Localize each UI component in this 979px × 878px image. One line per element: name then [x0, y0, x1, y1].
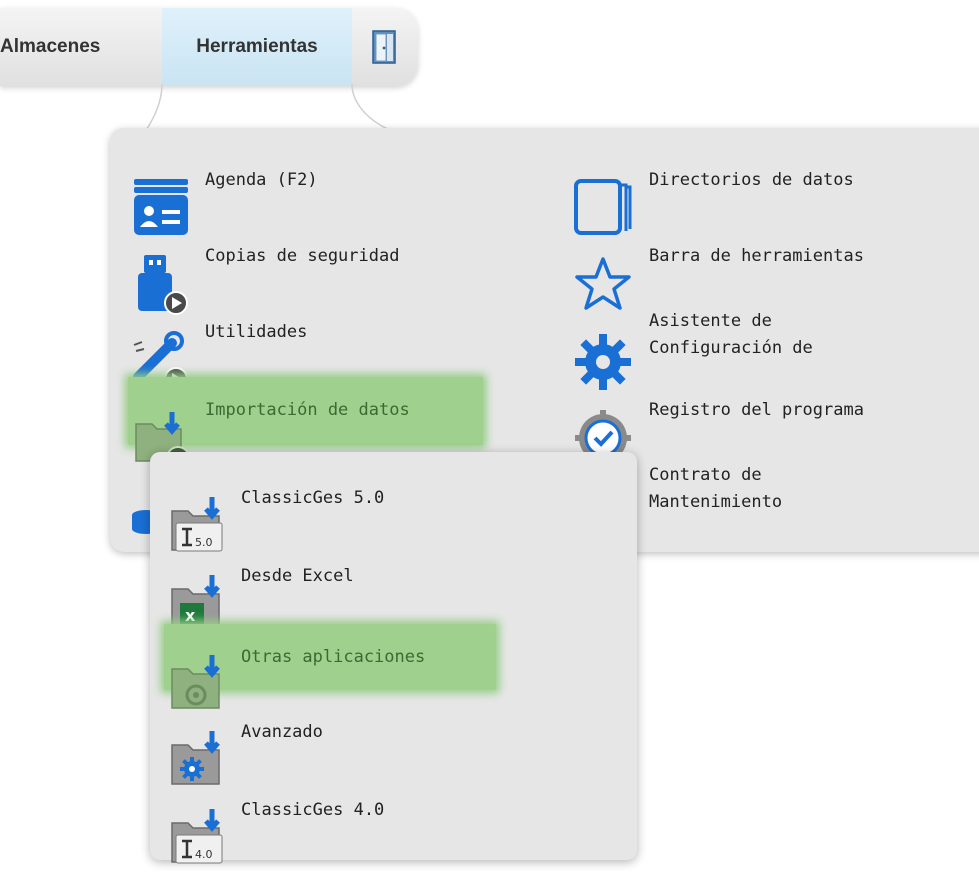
menu-item-agenda-label: Agenda (F2) [205, 170, 318, 190]
menu-item-contrato-label: Contrato de Mantenimiento [649, 465, 783, 512]
classicges-4-icon: 4.0 [168, 780, 230, 864]
menu-item-asistente-label: Asistente de Configuración de [649, 311, 813, 358]
menu-item-copias-label: Copias de seguridad [205, 246, 400, 266]
star-icon [572, 226, 634, 310]
other-apps-import-icon [168, 626, 230, 709]
registration-check-icon [572, 380, 634, 466]
submenu-item-excel[interactable]: x Desde Excel [168, 546, 608, 629]
exit-door-icon[interactable] [362, 8, 406, 86]
svg-text:x: x [185, 606, 196, 625]
menu-item-utilidades-label: Utilidades [205, 322, 308, 342]
svg-text:4.0: 4.0 [195, 848, 213, 861]
excel-import-icon: x [168, 546, 230, 629]
menu-almacenes-label: Almacenes [0, 36, 101, 57]
import-submenu: 5.0 ClassicGes 5.0 x Desde Excel Otras a… [150, 452, 637, 864]
submenu-item-classicges4[interactable]: 4.0 ClassicGes 4.0 [168, 780, 608, 864]
menu-herramientas[interactable]: Herramientas [162, 8, 352, 86]
submenu-item-otras-label: Otras aplicaciones [241, 647, 426, 667]
menu-item-importacion-label: Importación de datos [205, 400, 410, 420]
menu-connector [145, 84, 395, 132]
menu-item-directorios[interactable]: Directorios de datos [572, 150, 979, 235]
submenu-item-classicges4-label: ClassicGes 4.0 [241, 800, 385, 820]
menu-item-asistente[interactable]: Asistente de Configuración de [572, 302, 979, 390]
submenu-item-classicges5[interactable]: 5.0 ClassicGes 5.0 [168, 468, 608, 552]
menu-item-importacion[interactable]: Importación de datos [128, 377, 483, 470]
usb-backup-icon [130, 226, 192, 315]
menu-item-registro[interactable]: Registro del programa [572, 380, 979, 466]
menu-item-directorios-label: Directorios de datos [649, 170, 854, 190]
menu-item-utilidades[interactable]: Utilidades [130, 302, 510, 391]
menu-item-agenda[interactable]: Agenda (F2) [130, 150, 510, 235]
menu-item-registro-label: Registro del programa [649, 400, 864, 420]
folder-import-icon [132, 381, 194, 470]
menu-item-barra[interactable]: Barra de herramientas [572, 226, 979, 310]
menu-item-copias[interactable]: Copias de seguridad [130, 226, 510, 315]
tools-wrench-icon [130, 302, 192, 391]
classicges-5-icon: 5.0 [168, 468, 230, 552]
directories-icon [572, 150, 634, 235]
contacts-book-icon [130, 150, 192, 235]
submenu-item-avanzado-label: Avanzado [241, 722, 323, 742]
submenu-item-avanzado[interactable]: Avanzado [168, 702, 608, 785]
menu-almacenes[interactable]: Almacenes [0, 8, 160, 86]
menu-herramientas-label: Herramientas [196, 36, 318, 57]
advanced-import-icon [168, 702, 230, 785]
gear-icon [572, 304, 634, 390]
menu-item-barra-label: Barra de herramientas [649, 246, 864, 266]
submenu-item-otras[interactable]: Otras aplicaciones [164, 624, 496, 709]
submenu-item-classicges5-label: ClassicGes 5.0 [241, 488, 385, 508]
submenu-item-excel-label: Desde Excel [241, 566, 354, 586]
menu-bar: Almacenes Herramientas [0, 8, 418, 86]
